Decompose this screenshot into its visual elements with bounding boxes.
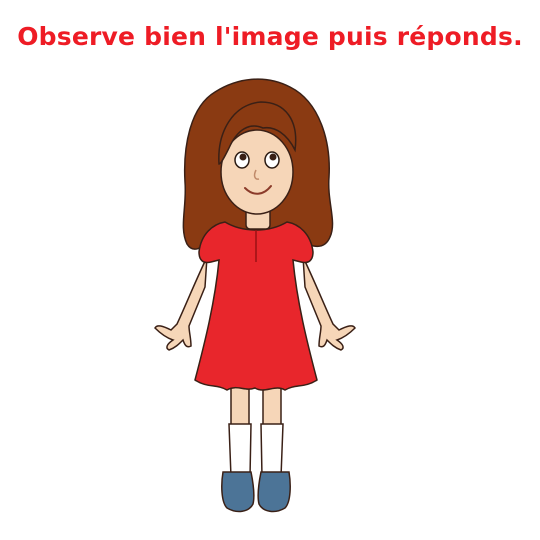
instruction-heading: Observe bien l'image puis réponds.	[17, 22, 523, 51]
girl-illustration	[145, 72, 365, 520]
right-sock	[260, 423, 284, 478]
left-sock	[228, 423, 252, 478]
right-arm	[302, 256, 356, 351]
right-shoe	[257, 471, 291, 513]
left-arm	[154, 256, 208, 351]
left-shoe	[221, 471, 255, 513]
